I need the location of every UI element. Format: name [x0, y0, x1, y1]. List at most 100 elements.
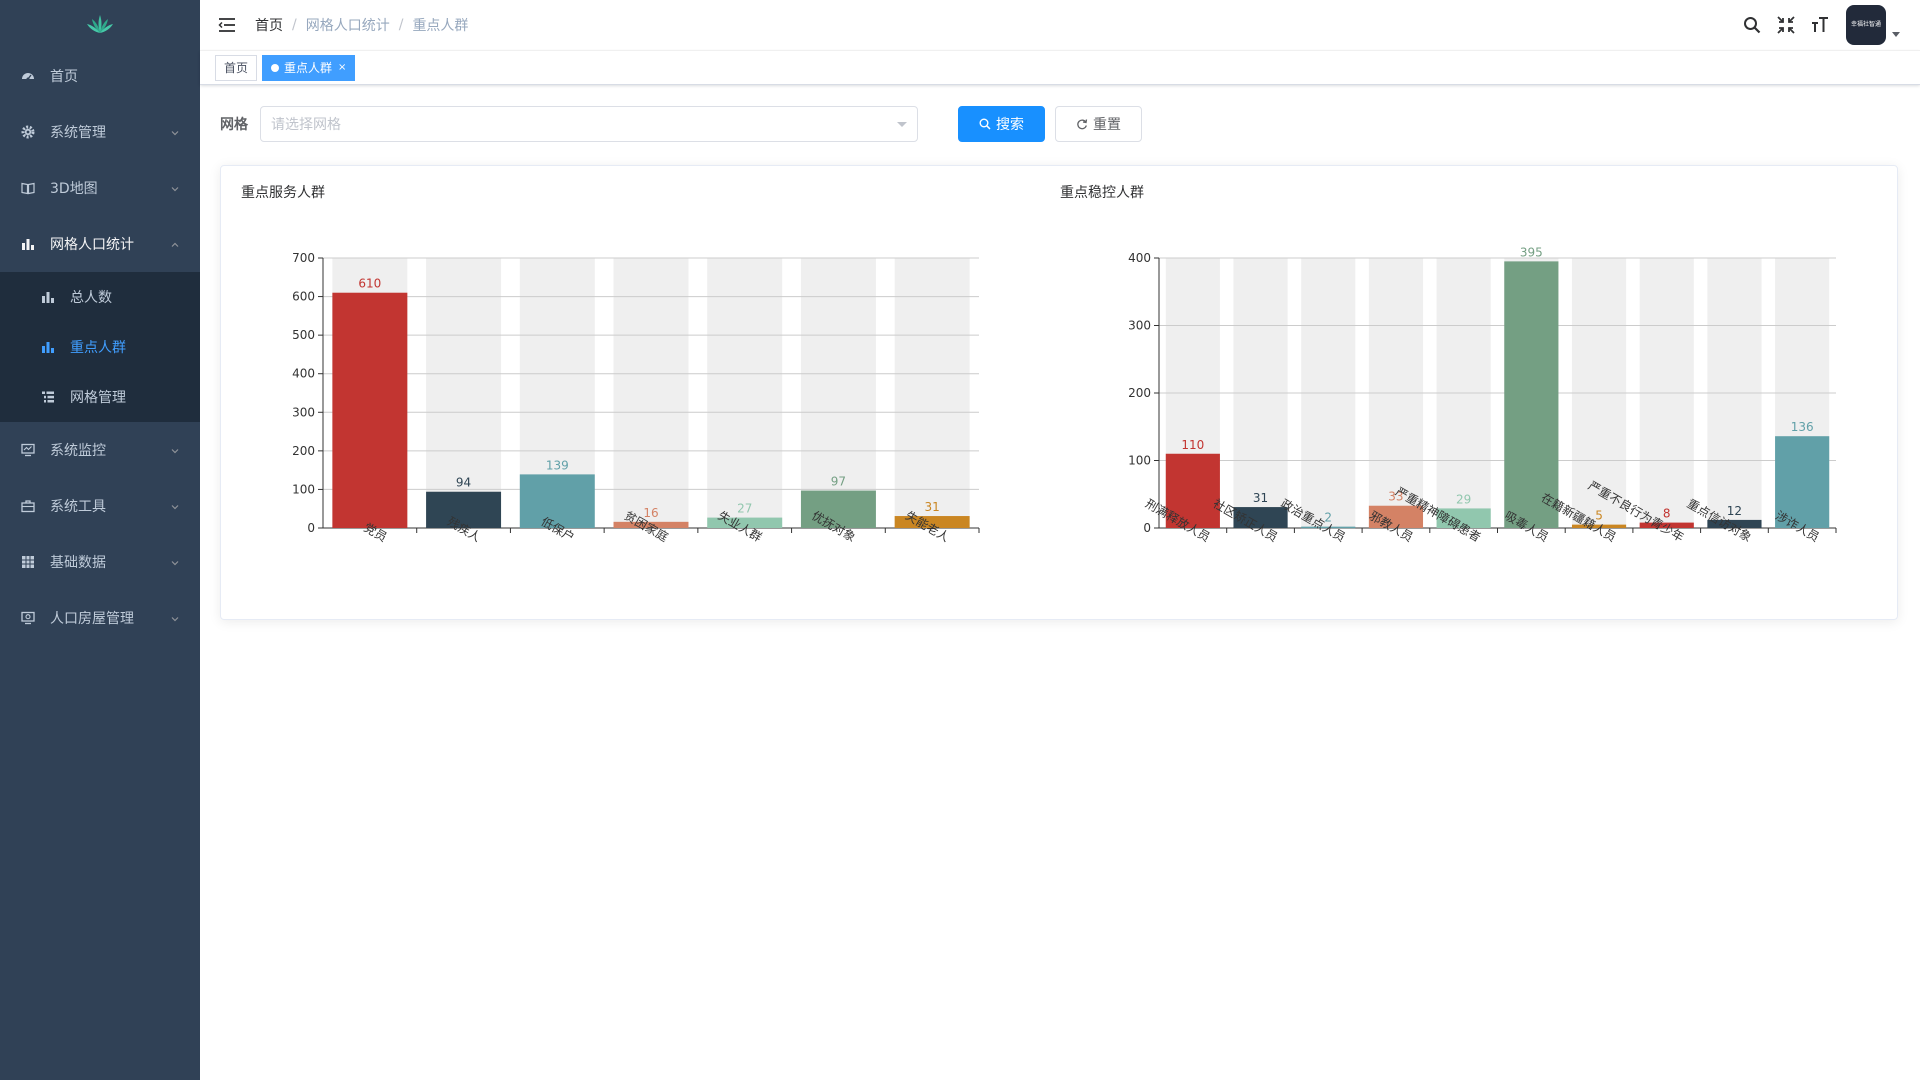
y-tick-label: 600 — [292, 290, 315, 304]
hamburger-menu-icon[interactable] — [215, 13, 239, 37]
breadcrumb-grid-population-stats: 网格人口统计 — [305, 18, 390, 34]
sidebar-item-3d-map[interactable]: 3D地图 — [0, 160, 200, 216]
y-tick-label: 100 — [1128, 454, 1151, 468]
y-tick-label: 500 — [292, 328, 315, 342]
sidebar-item-grid-management[interactable]: 网格管理 — [0, 372, 200, 422]
y-tick-label: 400 — [292, 367, 315, 381]
sidebar-item-key-groups[interactable]: 重点人群 — [0, 322, 200, 372]
sidebar-item-label: 基础数据 — [50, 555, 106, 571]
data-label: 8 — [1663, 507, 1671, 521]
sidebar-item-grid-population-stats[interactable]: 网格人口统计 — [0, 216, 200, 272]
sidebar-item-label: 系统监控 — [50, 443, 106, 459]
search-button[interactable]: 搜索 — [958, 106, 1045, 142]
breadcrumb: 首页 / 网格人口统计 / 重点人群 — [255, 15, 468, 35]
avatar[interactable]: 幸福社智通 — [1846, 5, 1886, 45]
sidebar: 首页 系统管理 3D地图 网格人口统计 总人数 重点人群 网格管理 系统监控 系… — [0, 0, 200, 1080]
bar — [332, 292, 408, 528]
sidebar-item-home[interactable]: 首页 — [0, 48, 200, 104]
data-label: 610 — [358, 277, 381, 291]
data-label: 31 — [1253, 491, 1268, 505]
y-tick-label: 300 — [1128, 319, 1151, 333]
charts-card: 重点服务人群 重点稳控人群 0 100 200 300 400 500 600 700 610 党… — [220, 165, 1898, 620]
sidebar-item-system-management[interactable]: 系统管理 — [0, 104, 200, 160]
search-icon[interactable] — [1740, 13, 1764, 37]
bar-chart-icon — [40, 339, 56, 355]
close-icon[interactable]: × — [338, 56, 346, 80]
bar — [1504, 261, 1559, 528]
search-icon — [979, 118, 991, 130]
monitor-icon — [20, 610, 36, 626]
sidebar-item-label: 网格管理 — [70, 390, 126, 406]
y-tick-label: 0 — [1143, 521, 1151, 535]
y-tick-label: 200 — [1128, 386, 1151, 400]
book-icon — [20, 180, 36, 196]
chevron-down-icon — [170, 500, 180, 516]
submenu-grid-population-stats: 总人数 重点人群 网格管理 — [0, 272, 200, 422]
grid-icon — [20, 554, 36, 570]
data-label: 31 — [925, 500, 940, 514]
exit-fullscreen-icon[interactable] — [1774, 13, 1798, 37]
search-button-label: 搜索 — [996, 117, 1024, 133]
monitor-icon — [20, 442, 36, 458]
data-label: 27 — [737, 502, 752, 516]
reset-button-label: 重置 — [1093, 117, 1121, 133]
sidebar-item-label: 首页 — [50, 69, 78, 85]
active-dot-icon — [271, 63, 280, 72]
bar-background — [894, 258, 970, 528]
grid-select-placeholder: 请选择网格 — [271, 117, 341, 133]
y-tick-label: 0 — [307, 521, 315, 535]
data-label: 12 — [1727, 504, 1742, 518]
main-container: 首页 / 网格人口统计 / 重点人群 幸福社智通 首页 重点人群 × 网格 请选… — [200, 0, 1920, 1080]
sidebar-item-system-tools[interactable]: 系统工具 — [0, 478, 200, 534]
caret-down-icon[interactable] — [1892, 31, 1900, 37]
sidebar-item-system-monitor[interactable]: 系统监控 — [0, 422, 200, 478]
lotus-logo-icon — [87, 15, 113, 33]
tag-home[interactable]: 首页 — [215, 54, 258, 81]
filter-bar: 网格 请选择网格 搜索 重置 — [220, 105, 1900, 143]
sidebar-item-label: 系统工具 — [50, 499, 106, 515]
refresh-icon — [1076, 118, 1088, 130]
sidebar-item-label: 系统管理 — [50, 125, 106, 141]
data-label: 110 — [1181, 438, 1204, 452]
sidebar-item-label: 网格人口统计 — [50, 237, 134, 253]
gear-icon — [20, 124, 36, 140]
chart-key-control-groups: 0100200300400110刑满释放人员 31社区矫正人员 2政治重点人员 33邪… — [1128, 245, 1837, 545]
breadcrumb-home[interactable]: 首页 — [255, 15, 283, 35]
tags-view: 首页 重点人群 × — [200, 51, 1920, 85]
grid-filter-label: 网格 — [220, 117, 248, 133]
tag-key-groups[interactable]: 重点人群 × — [262, 54, 356, 81]
font-size-icon[interactable] — [1808, 13, 1832, 37]
chevron-down-icon — [170, 444, 180, 460]
bar-background — [613, 258, 689, 528]
reset-button[interactable]: 重置 — [1055, 106, 1142, 142]
y-tick-label: 200 — [292, 444, 315, 458]
breadcrumb-separator: / — [398, 17, 404, 33]
chevron-down-icon — [897, 122, 907, 127]
grid-select[interactable]: 请选择网格 — [260, 106, 918, 142]
sidebar-item-label: 3D地图 — [50, 181, 98, 197]
data-label: 94 — [456, 476, 471, 490]
chevron-down-icon — [170, 182, 180, 198]
y-tick-label: 400 — [1128, 251, 1151, 265]
sidebar-item-total-population[interactable]: 总人数 — [0, 272, 200, 322]
bar-background — [707, 258, 783, 528]
y-tick-label: 300 — [292, 405, 315, 419]
y-tick-label: 100 — [292, 482, 315, 496]
data-label: 136 — [1791, 420, 1814, 434]
data-label: 29 — [1456, 492, 1471, 506]
sidebar-item-label: 总人数 — [70, 290, 112, 306]
chart-key-service-groups: 0100200300400500600700610党员94残疾人139低保户16… — [292, 251, 980, 545]
right-menu: 幸福社智通 — [1730, 0, 1900, 50]
app-logo[interactable] — [0, 0, 200, 48]
chevron-down-icon — [170, 126, 180, 142]
sidebar-item-population-housing[interactable]: 人口房屋管理 — [0, 590, 200, 646]
tag-label: 重点人群 — [284, 60, 333, 75]
bar — [519, 474, 595, 528]
toolbox-icon — [20, 498, 36, 514]
sidebar-item-basic-data[interactable]: 基础数据 — [0, 534, 200, 590]
data-label: 395 — [1520, 245, 1543, 259]
bar-chart-icon — [40, 289, 56, 305]
app-main: 网格 请选择网格 搜索 重置 重点服务人群 重点稳控人群 0 100 200 30 — [200, 85, 1920, 640]
tree-table-icon — [40, 389, 56, 405]
chevron-up-icon — [170, 238, 180, 254]
